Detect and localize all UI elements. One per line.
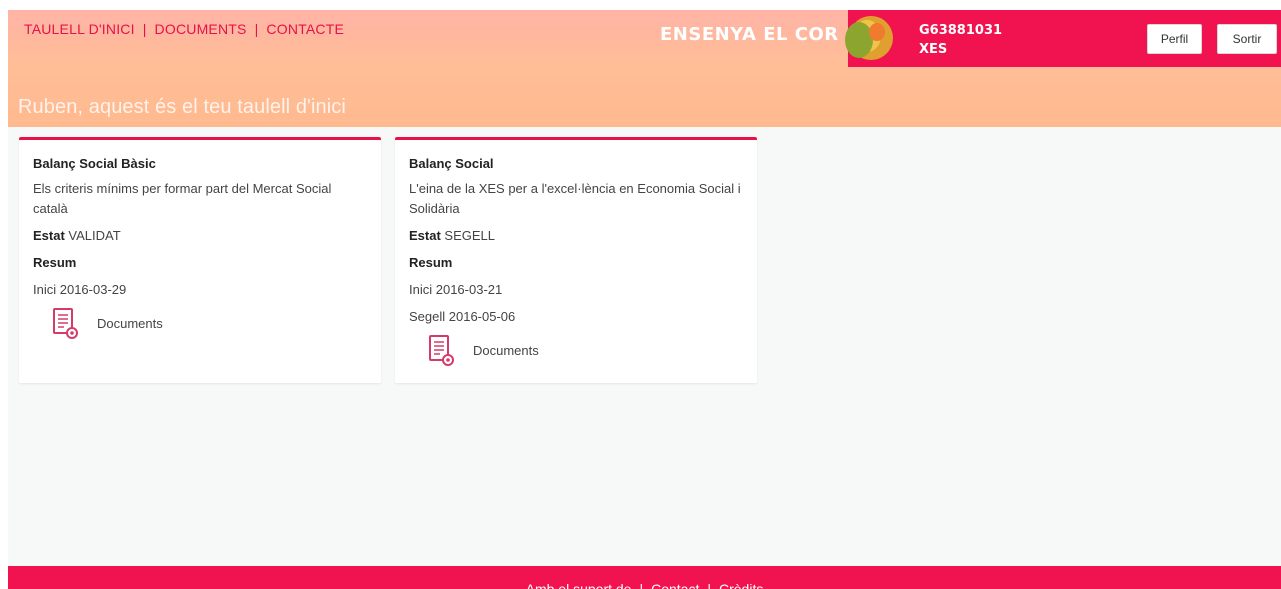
card-title[interactable]: Balanç Social: [409, 154, 743, 174]
user-org: XES: [919, 42, 948, 57]
documents-link[interactable]: Documents: [427, 334, 743, 368]
card-start-date: Inici 2016-03-29: [33, 282, 127, 297]
top-nav: TAULELL D'INICI | DOCUMENTS | CONTACTE: [24, 21, 344, 37]
page-frame: TAULELL D'INICI | DOCUMENTS | CONTACTE ENSEN…: [8, 10, 1281, 589]
footer-credits-link[interactable]: Crèdits: [719, 581, 763, 589]
header: TAULELL D'INICI | DOCUMENTS | CONTACTE ENSEN…: [8, 10, 1281, 127]
footer-separator: |: [707, 581, 711, 589]
page-title: Ruben, aquest és el teu taulell d'inici: [18, 96, 346, 118]
footer: Amb el suport de | Contact | Crèdits: [8, 566, 1281, 589]
card-status: Estat SEGELL: [409, 226, 743, 246]
card-description: L'eina de la XES per a l'excel·lència en…: [409, 181, 741, 216]
nav-separator: |: [254, 21, 259, 37]
fruit-logo-icon: [845, 16, 893, 60]
user-info: G63881031 XES: [919, 21, 1002, 59]
user-id: G63881031: [919, 23, 1003, 38]
brand-logo: ENSENYA EL COR: [660, 24, 839, 45]
card-start-date: Inici 2016-03-21: [409, 282, 503, 297]
footer-contact-link[interactable]: Contact: [651, 581, 699, 589]
card-title[interactable]: Balanç Social Bàsic: [33, 154, 367, 174]
nav-documents-link[interactable]: DOCUMENTS: [155, 21, 247, 37]
card-summary-heading: Resum: [409, 253, 743, 273]
card-seal-date: Segell 2016-05-06: [409, 309, 516, 324]
documents-label: Documents: [97, 316, 163, 331]
documents-label: Documents: [473, 343, 539, 358]
documents-link[interactable]: Documents: [51, 307, 367, 341]
nav-separator: |: [142, 21, 147, 37]
nav-home-link[interactable]: TAULELL D'INICI: [24, 21, 135, 37]
document-certificate-icon: [53, 308, 78, 339]
card-summary-heading: Resum: [33, 253, 367, 273]
status-label: Estat: [33, 228, 65, 243]
footer-separator: |: [639, 581, 644, 589]
status-label: Estat: [409, 228, 441, 243]
logout-button[interactable]: Sortir: [1217, 24, 1277, 54]
card-social-balance: Balanç Social L'eina de la XES per a l'e…: [395, 137, 757, 383]
profile-button[interactable]: Perfil: [1147, 24, 1202, 54]
status-value: SEGELL: [444, 228, 496, 243]
summary-label: Resum: [33, 255, 77, 270]
card-status: Estat VALIDAT: [33, 226, 367, 246]
card-basic-social-balance: Balanç Social Bàsic Els criteris mínims …: [19, 137, 381, 383]
document-certificate-icon: [429, 335, 454, 366]
brand-text: ENSENYA EL: [660, 24, 788, 45]
footer-support-link[interactable]: Amb el suport de: [526, 581, 632, 589]
summary-label: Resum: [409, 255, 453, 270]
nav-contact-link[interactable]: CONTACTE: [266, 21, 344, 37]
card-description: Els criteris mínims per formar part del …: [33, 181, 332, 216]
status-value: VALIDAT: [68, 228, 121, 243]
